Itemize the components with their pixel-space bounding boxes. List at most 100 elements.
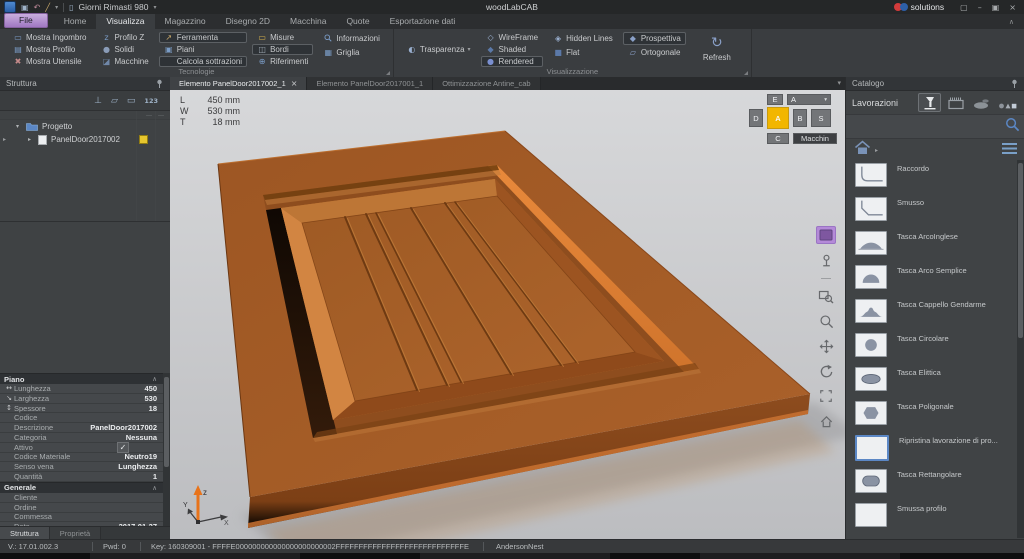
ribbon-tab-esportazione-dati[interactable]: Esportazione dati [380, 14, 466, 29]
mill-icon[interactable] [970, 93, 993, 112]
app-icon[interactable] [4, 1, 16, 13]
tab-close-icon[interactable]: × [291, 79, 298, 88]
tree-item-paneldoor[interactable]: ▸ ▸ PanelDoor2017002 [0, 133, 170, 146]
ribbon-button-macchine[interactable]: ◪Macchine [96, 56, 153, 67]
ribbon-button-ortogonale[interactable]: ▱Ortogonale [623, 46, 686, 59]
property-value[interactable]: Lunghezza [118, 462, 157, 471]
property-value[interactable]: 530 [144, 394, 157, 403]
ribbon-button-flat[interactable]: ■Flat [548, 46, 618, 59]
pen-tool-caret-icon[interactable]: ▾ [55, 4, 58, 11]
collapse-icon[interactable]: ∧ [152, 375, 157, 383]
panel-door-3d-model[interactable] [170, 90, 845, 540]
property-row-attivo[interactable]: Attivo✓ [0, 443, 163, 453]
search-icon[interactable] [1005, 117, 1020, 137]
ribbon-button-calcola-sottrazioni[interactable]: Calcola sottrazioni [159, 56, 247, 67]
ribbon-button-wireframe[interactable]: ◇WireFrame [481, 32, 544, 43]
ribbon-tab-magazzino[interactable]: Magazzino [155, 14, 216, 29]
ribbon-button-hidden-lines[interactable]: ◈Hidden Lines [548, 32, 618, 45]
ribbon-button-ferramenta[interactable]: ↗Ferramenta [159, 32, 247, 43]
catalog-item-tasca-rettangolare[interactable]: Tasca Rettangolare [846, 466, 1016, 500]
catalog-item-smussa-profilo[interactable]: Smussa profilo [846, 500, 1016, 534]
property-row-commessa[interactable]: Commessa [0, 513, 163, 523]
row-expander-icon[interactable]: ▸ [3, 136, 6, 143]
save-icon[interactable]: ▣ [21, 3, 29, 12]
face-button-b[interactable]: B [793, 109, 807, 127]
catalog-item-tasca-circolare[interactable]: Tasca Circolare [846, 330, 1016, 364]
attivo-checkbox[interactable]: ✓ [117, 442, 129, 453]
scrollbar-thumb[interactable] [1018, 163, 1023, 338]
property-row-ordine[interactable]: Ordine [0, 503, 163, 513]
ribbon-button-refresh[interactable]: ↻Refresh [691, 32, 743, 66]
property-row-spessore[interactable]: ↕Spessore18 [0, 404, 163, 414]
fit-icon[interactable] [817, 388, 835, 404]
viewport-canvas[interactable]: L450 mmW530 mmT18 mm EA▾DABSCMacchin z Y… [170, 90, 845, 540]
machine-icon[interactable] [944, 93, 967, 112]
ribbon-tab-visualizza[interactable]: Visualizza [96, 14, 154, 29]
face-button-s[interactable]: S [811, 109, 831, 127]
property-row-descrizione[interactable]: DescrizionePanelDoor2017002 [0, 423, 163, 433]
section-header-piano[interactable]: Piano∧ [0, 373, 163, 384]
cutter-icon[interactable] [918, 93, 941, 112]
home-icon[interactable] [817, 413, 835, 429]
ribbon-button-misure[interactable]: ▭Misure [252, 32, 313, 43]
ribbon-collapse-icon[interactable]: ∧ [1009, 18, 1014, 26]
expander-icon[interactable]: ▾ [16, 123, 22, 130]
pin-icon[interactable] [1010, 79, 1019, 89]
pen-tool-icon[interactable]: ╱ [45, 3, 50, 12]
color-indicator[interactable] [139, 135, 148, 144]
ribbon-button-solidi[interactable]: ●Solidi [96, 44, 153, 55]
quick-access-caret-icon[interactable]: ▾ [153, 4, 156, 11]
shaded-swatch-icon[interactable] [816, 226, 836, 244]
catalog-item-tasca-cappello-gendarme[interactable]: Tasca Cappello Gendarme [846, 296, 1016, 330]
pan-icon[interactable] [817, 338, 835, 354]
ribbon-tab-disegno-2d[interactable]: Disegno 2D [216, 14, 280, 29]
face-button-c[interactable]: C [767, 133, 789, 144]
ribbon-button-trasparenza[interactable]: ◐Trasparenza▾ [402, 43, 476, 56]
ribbon-button-riferimenti[interactable]: ⊕Riferimenti [252, 56, 313, 67]
ribbon-tab-file[interactable]: File [4, 13, 48, 28]
property-row-larghezza[interactable]: ↘Larghezza530 [0, 394, 163, 404]
ribbon-tab-macchina[interactable]: Macchina [280, 14, 336, 29]
ribbon-button-profilo-z[interactable]: zProfilo Z [96, 32, 153, 43]
property-row-senso-vena[interactable]: Senso venaLunghezza [0, 462, 163, 472]
property-row-cliente[interactable]: Cliente [0, 493, 163, 503]
shapes-icon[interactable] [996, 93, 1019, 112]
ribbon-button-prospettiva[interactable]: ◆Prospettiva [623, 32, 686, 45]
document-tab-elemento-paneldoor2017002-1[interactable]: Elemento PanelDoor2017002_1× [170, 77, 307, 90]
close-button[interactable]: × [1009, 3, 1016, 12]
face-button-d[interactable]: D [749, 109, 763, 127]
properties-scrollbar[interactable] [163, 373, 170, 527]
rotate-icon[interactable] [817, 363, 835, 379]
property-row-lunghezza[interactable]: ↔Lunghezza450 [0, 384, 163, 394]
pin-icon[interactable] [817, 253, 835, 269]
tab-strip-caret-icon[interactable]: ▾ [837, 79, 841, 87]
undo-icon[interactable]: ↶ [34, 3, 41, 12]
ribbon-button-bordi[interactable]: ◫Bordi [252, 44, 313, 55]
home-icon[interactable] [854, 140, 871, 160]
zoom-window-icon[interactable] [817, 288, 835, 304]
property-row-codice[interactable]: Codice [0, 413, 163, 423]
magnifier-icon[interactable] [817, 313, 835, 329]
maximize-button[interactable]: ▢ [960, 3, 968, 12]
section-header-generale[interactable]: Generale∧ [0, 482, 163, 493]
property-row-codice-materiale[interactable]: Codice MaterialeNeutro19 [0, 453, 163, 463]
property-row-quantit[interactable]: Quantità1 [0, 472, 163, 482]
dialog-launcher-icon[interactable] [386, 71, 390, 75]
ribbon-tab-home[interactable]: Home [54, 14, 97, 29]
catalog-item-tasca-arcoinglese[interactable]: Tasca ArcoInglese [846, 228, 1016, 262]
property-value[interactable]: 450 [144, 384, 157, 393]
scrollbar-thumb[interactable] [164, 377, 169, 467]
catalog-item-raccordo[interactable]: Raccordo [846, 160, 1016, 194]
catalog-item-smusso[interactable]: Smusso [846, 194, 1016, 228]
numbers-icon[interactable]: 123 [144, 96, 158, 106]
minimize-button[interactable]: – [978, 3, 982, 12]
ribbon-tab-quote[interactable]: Quote [336, 14, 379, 29]
board-icon[interactable]: ▭ [127, 96, 136, 106]
menu-icon[interactable] [1002, 141, 1017, 159]
catalog-item-tasca-arco-semplice[interactable]: Tasca Arco Semplice [846, 262, 1016, 296]
expander-icon[interactable]: ▸ [28, 136, 34, 143]
property-value[interactable]: Nessuna [126, 433, 157, 442]
clamp-icon[interactable]: ⊥ [94, 96, 102, 106]
ribbon-button-griglia[interactable]: ▦Griglia [318, 46, 385, 59]
catalog-scrollbar[interactable] [1017, 160, 1024, 538]
